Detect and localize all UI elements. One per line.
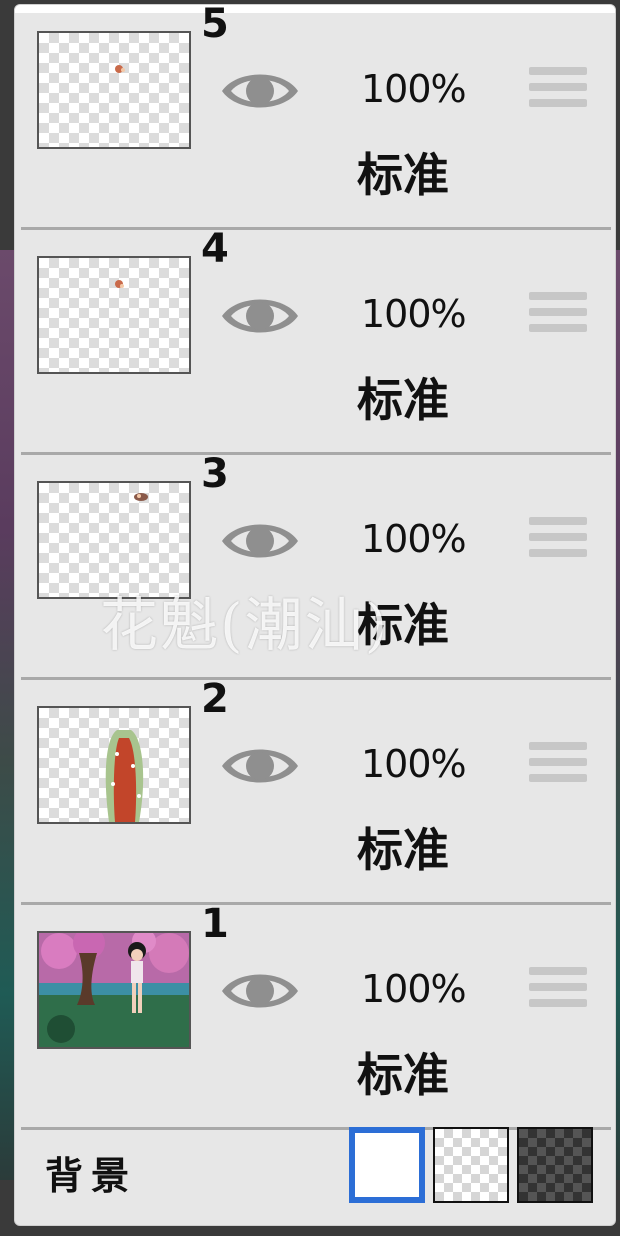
eye-icon[interactable] — [219, 290, 301, 342]
background-selector: 背景 — [21, 1107, 611, 1225]
drag-handle-icon[interactable] — [529, 742, 587, 792]
drag-handle-icon[interactable] — [529, 67, 587, 117]
layer-row-5[interactable]: 5 100% 标准 — [21, 5, 611, 230]
layer-row-2[interactable]: 2 100% 标准 — [21, 676, 611, 905]
layer-row-1[interactable]: 1 100% 标准 — [21, 901, 611, 1130]
background-label: 背景 — [45, 1154, 138, 1198]
layer-opacity[interactable]: 100% — [361, 292, 467, 336]
layer-thumbnail[interactable] — [37, 256, 191, 374]
layer-opacity[interactable]: 100% — [361, 67, 467, 111]
drag-handle-icon[interactable] — [529, 967, 587, 1017]
background-dark-option[interactable] — [517, 1127, 593, 1203]
layer-row-4[interactable]: 4 100% 标准 — [21, 226, 611, 455]
layer-number: 4 — [201, 226, 229, 272]
layer-number: 2 — [201, 676, 229, 722]
layer-blend-mode[interactable]: 标准 — [357, 589, 449, 655]
layer-blend-mode[interactable]: 标准 — [357, 364, 449, 430]
drag-handle-icon[interactable] — [529, 292, 587, 342]
layer-thumbnail[interactable] — [37, 706, 191, 824]
layer-number: 5 — [201, 4, 229, 47]
thumbnail-art — [39, 933, 189, 1047]
layer-opacity[interactable]: 100% — [361, 517, 467, 561]
thumbnail-art — [105, 730, 144, 822]
layer-blend-mode[interactable]: 标准 — [357, 139, 449, 205]
background-transparent-option[interactable] — [433, 1127, 509, 1203]
layers-panel: 5 100% 标准 4 100% 标准 3 100% 标准 2 100% 标准 … — [14, 4, 616, 1226]
eye-icon[interactable] — [219, 740, 301, 792]
layer-blend-mode[interactable]: 标准 — [357, 814, 449, 880]
layer-number: 3 — [201, 451, 229, 497]
layer-row-3[interactable]: 3 100% 标准 — [21, 451, 611, 680]
drag-handle-icon[interactable] — [529, 517, 587, 567]
thumbnail-art — [134, 493, 148, 501]
eye-icon[interactable] — [219, 965, 301, 1017]
layer-thumbnail[interactable] — [37, 931, 191, 1049]
thumbnail-art — [115, 280, 124, 288]
thumbnail-art — [115, 65, 125, 73]
layer-thumbnail[interactable] — [37, 31, 191, 149]
layer-blend-mode[interactable]: 标准 — [357, 1039, 449, 1105]
layer-thumbnail[interactable] — [37, 481, 191, 599]
eye-icon[interactable] — [219, 65, 301, 117]
layer-opacity[interactable]: 100% — [361, 742, 467, 786]
eye-icon[interactable] — [219, 515, 301, 567]
layer-number: 1 — [201, 901, 229, 947]
background-white-option[interactable] — [349, 1127, 425, 1203]
layer-opacity[interactable]: 100% — [361, 967, 467, 1011]
